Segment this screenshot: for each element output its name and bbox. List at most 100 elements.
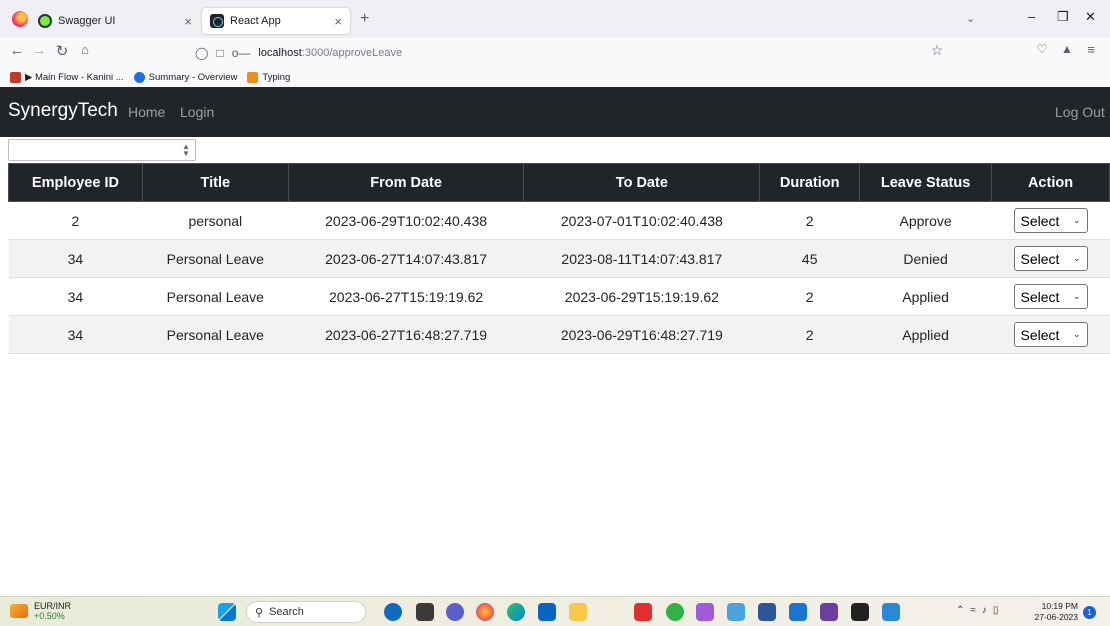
from-date-cell: 2023-06-29T10:02:40.438 — [288, 201, 524, 240]
close-tab-icon[interactable]: × — [184, 14, 192, 29]
tab-react-app[interactable]: React App × — [202, 8, 350, 34]
close-window-icon[interactable]: ✕ — [1085, 9, 1096, 25]
tab-swagger-ui[interactable]: Swagger UI × — [30, 8, 200, 34]
chevron-down-icon: ⌄ — [1072, 329, 1081, 339]
browser-nav-bar: ← → ↻ ⌂ ◯ □ o— localhost:3000/approveLea… — [0, 38, 1110, 68]
whatsapp-icon[interactable] — [666, 603, 684, 621]
bookmark-summary-overview[interactable]: Summary - Overview — [133, 72, 238, 83]
restore-icon[interactable]: ❐ — [1057, 9, 1069, 25]
snipping-tool-icon[interactable] — [727, 603, 745, 621]
bookmark-label: Summary - Overview — [148, 72, 238, 83]
close-tab-icon[interactable]: × — [334, 14, 342, 29]
to-date-cell: 2023-07-01T10:02:40.438 — [523, 201, 760, 240]
nav-link-login[interactable]: Login — [180, 104, 214, 120]
bookmark-typing[interactable]: Typing — [247, 72, 290, 83]
title-cell: Personal Leave — [142, 315, 289, 354]
column-header: Leave Status — [859, 163, 993, 202]
chevron-down-icon: ⌄ — [1072, 253, 1081, 263]
status-cell: Applied — [859, 315, 992, 354]
task-view-icon[interactable] — [416, 603, 434, 621]
column-header: To Date — [523, 163, 761, 202]
list-all-tabs-icon[interactable]: ⌄ — [966, 12, 975, 25]
notification-badge[interactable]: 1 — [1083, 606, 1096, 619]
search-label: Search — [269, 606, 304, 618]
chat-icon[interactable] — [446, 603, 464, 621]
reload-icon[interactable]: ↻ — [53, 42, 71, 60]
wps-icon[interactable] — [634, 603, 652, 621]
taskbar-search[interactable]: ⚲ Search — [246, 601, 366, 623]
visual-studio-icon[interactable] — [696, 603, 714, 621]
app-navbar: SynergyTech Home Login Log Out — [0, 87, 1110, 137]
firefox-taskbar-icon[interactable] — [476, 603, 494, 621]
column-header: Employee ID — [8, 163, 143, 202]
title-cell: Personal Leave — [142, 239, 289, 278]
vscode-icon[interactable] — [789, 603, 807, 621]
bookmark-favicon-icon — [247, 72, 259, 83]
new-tab-button[interactable]: + — [360, 10, 369, 28]
currency-widget[interactable]: EUR/INR +0.50% — [10, 601, 71, 621]
chevron-down-icon: ⌄ — [1072, 291, 1081, 301]
clock-time: 10:19 PM — [1041, 601, 1078, 611]
file-explorer-icon[interactable] — [569, 603, 587, 621]
bookmark-label: Typing — [262, 72, 291, 83]
notepad-icon[interactable] — [758, 603, 776, 621]
from-date-cell: 2023-06-27T14:07:43.817 — [288, 239, 524, 278]
mail-icon[interactable] — [538, 603, 556, 621]
url-path: :3000/approveLeave — [301, 47, 403, 59]
status-cell: Approve — [859, 201, 992, 240]
extensions-icon[interactable]: ▲ — [1058, 42, 1076, 56]
forward-icon[interactable]: → — [30, 42, 48, 59]
clock[interactable]: 10:19 PM 27-06-2023 1 — [1014, 601, 1100, 623]
to-date-cell: 2023-06-29T15:19:19.62 — [523, 277, 760, 316]
chart-widget-icon — [10, 604, 28, 618]
nav-link-home[interactable]: Home — [128, 104, 165, 120]
employee-id-number-input[interactable]: ▲ ▼ — [8, 139, 196, 161]
action-select[interactable]: Select ⌄ — [1013, 322, 1088, 347]
action-select[interactable]: Select ⌄ — [1013, 246, 1088, 271]
column-header: Action — [991, 163, 1110, 202]
action-cell: Select ⌄ — [991, 239, 1110, 278]
duration-cell: 2 — [759, 315, 860, 354]
action-cell: Select ⌄ — [991, 277, 1110, 316]
tab-title: Swagger UI — [58, 15, 116, 27]
back-icon[interactable]: ← — [8, 42, 26, 59]
page-icon[interactable]: □ — [216, 46, 223, 60]
select-value: Select — [1020, 250, 1060, 267]
duration-cell: 2 — [759, 277, 860, 316]
chevron-down-icon: ⌄ — [1072, 215, 1081, 225]
key-icon[interactable]: o— — [232, 46, 251, 60]
nav-link-logout[interactable]: Log Out — [1055, 104, 1105, 120]
from-date-cell: 2023-06-27T16:48:27.719 — [288, 315, 524, 354]
to-date-cell: 2023-06-29T16:48:27.719 — [523, 315, 760, 354]
column-header: Duration — [759, 163, 861, 202]
number-stepper-icon[interactable]: ▲ ▼ — [181, 143, 191, 158]
windows-start-icon[interactable] — [218, 603, 236, 621]
react-favicon-icon — [210, 14, 224, 28]
system-tray-icons[interactable]: ⌃≈♪▯ — [956, 605, 1004, 616]
bing-icon[interactable] — [384, 603, 402, 621]
menu-icon[interactable]: ≡ — [1082, 42, 1100, 57]
select-value: Select — [1020, 326, 1060, 343]
action-select[interactable]: Select ⌄ — [1013, 284, 1088, 309]
ssms-icon[interactable] — [820, 603, 838, 621]
action-select[interactable]: Select ⌄ — [1013, 208, 1088, 233]
minimize-icon[interactable]: – — [1028, 9, 1035, 24]
title-cell: personal — [142, 201, 289, 240]
terminal-icon[interactable] — [851, 603, 869, 621]
title-cell: Personal Leave — [142, 277, 289, 316]
tab-title: React App — [230, 15, 281, 27]
pocket-icon[interactable]: ♡ — [1033, 42, 1051, 56]
brand-logo[interactable]: SynergyTech — [8, 100, 118, 122]
table-header-row: Employee ID Title From Date To Date Dura… — [8, 163, 1110, 202]
bookmark-main-flow[interactable]: ▶ Main Flow - Kanini ... — [10, 72, 124, 83]
home-icon[interactable]: ⌂ — [76, 42, 94, 57]
photos-icon[interactable] — [882, 603, 900, 621]
bookmark-star-icon[interactable]: ☆ — [928, 42, 946, 59]
shield-icon[interactable]: ◯ — [195, 46, 208, 60]
url-bar[interactable]: ◯ □ o— localhost:3000/approveLeave — [195, 42, 950, 64]
column-header: From Date — [287, 163, 525, 202]
clock-date: 27-06-2023 — [1034, 612, 1078, 622]
status-cell: Denied — [859, 239, 992, 278]
firefox-logo-icon[interactable] — [12, 11, 28, 27]
edge-icon[interactable] — [507, 603, 525, 621]
